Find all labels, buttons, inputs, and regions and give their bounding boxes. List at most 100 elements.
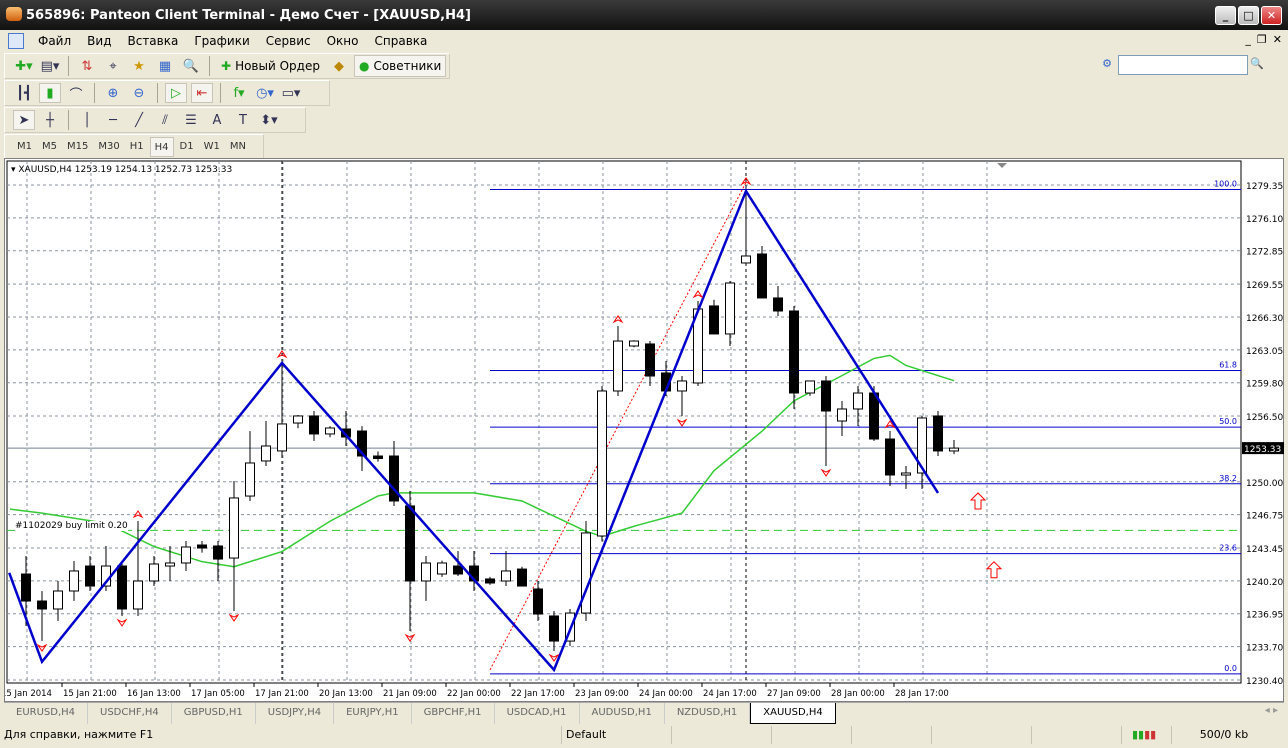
y-tick-label: 1279.35 bbox=[1246, 182, 1283, 192]
connection-bars-icon: ▮▮▮▮ bbox=[1122, 726, 1172, 744]
menu-charts[interactable]: Графики bbox=[186, 34, 257, 48]
y-tick-label: 1246.75 bbox=[1246, 512, 1283, 522]
candle-bull bbox=[277, 423, 287, 452]
fibonacci-icon[interactable]: ☰ bbox=[180, 110, 202, 130]
chart-tab[interactable]: EURJPY,H1 bbox=[334, 703, 412, 724]
periods-clock-icon[interactable]: ◷▾ bbox=[254, 83, 276, 103]
chart-tab[interactable]: GBPUSD,H1 bbox=[172, 703, 256, 724]
buy-arrow-icon bbox=[985, 561, 1003, 579]
chart-tab[interactable]: USDCHF,H4 bbox=[88, 703, 172, 724]
market-watch-icon[interactable]: ⇅ bbox=[76, 56, 98, 76]
candle-bull bbox=[853, 392, 863, 410]
timeframe-m30[interactable]: M30 bbox=[94, 137, 123, 157]
menu-file[interactable]: Файл bbox=[30, 34, 79, 48]
mdi-restore-button[interactable]: ❐ bbox=[1257, 33, 1267, 46]
candle-bear bbox=[213, 545, 223, 560]
indicators-icon[interactable]: f▾ bbox=[228, 83, 250, 103]
expert-advisors-button[interactable]: ● Советники bbox=[353, 55, 447, 77]
timeframe-m15[interactable]: M15 bbox=[63, 137, 92, 157]
search-input[interactable] bbox=[1118, 55, 1248, 75]
timeframe-m5[interactable]: M5 bbox=[38, 137, 61, 157]
expert-advisors-icon: ● bbox=[358, 59, 370, 73]
mdi-close-button[interactable]: ✕ bbox=[1273, 33, 1282, 46]
chart-tab[interactable]: GBPCHF,H1 bbox=[412, 703, 495, 724]
candle-bear bbox=[85, 565, 95, 587]
close-button[interactable]: ✕ bbox=[1261, 6, 1282, 25]
zoom-in-icon[interactable]: ⊕ bbox=[102, 83, 124, 103]
settings-gear-icon[interactable]: ⚙ bbox=[1102, 57, 1112, 70]
candle-bear bbox=[885, 438, 895, 476]
crosshair-icon[interactable]: ┼ bbox=[39, 110, 61, 130]
candle-bull bbox=[229, 497, 239, 559]
x-tick-label: 16 Jan 13:00 bbox=[127, 689, 181, 699]
maximize-button[interactable]: □ bbox=[1238, 6, 1259, 25]
arrows-icon[interactable]: ⬍▾ bbox=[258, 110, 280, 130]
chart-canvas[interactable]: 1279.35 1276.10 1272.85 1269.55 1266.30 1263.… bbox=[5, 159, 1285, 703]
text-label-icon[interactable]: T bbox=[232, 110, 254, 130]
timeframe-m1[interactable]: M1 bbox=[13, 137, 36, 157]
minimize-button[interactable]: _ bbox=[1215, 6, 1236, 25]
timeframe-h1[interactable]: H1 bbox=[126, 137, 148, 157]
chart-tab[interactable]: AUDUSD,H1 bbox=[580, 703, 665, 724]
strategy-tester-icon[interactable]: 🔍 bbox=[180, 56, 202, 76]
autoscroll-icon[interactable]: ▷ bbox=[165, 83, 187, 103]
menu-window[interactable]: Окно bbox=[319, 34, 367, 48]
timeframe-d1[interactable]: D1 bbox=[176, 137, 198, 157]
candle-bull bbox=[741, 255, 751, 264]
search-icon[interactable]: 🔍 bbox=[1250, 57, 1264, 70]
terminal-icon[interactable]: ▦ bbox=[154, 56, 176, 76]
timeframe-mn[interactable]: MN bbox=[226, 137, 250, 157]
text-icon[interactable]: A bbox=[206, 110, 228, 130]
fibo-level-label: 23.6 bbox=[1219, 544, 1237, 553]
new-order-button[interactable]: ✚ Новый Ордер bbox=[217, 55, 324, 77]
metaeditor-icon[interactable]: ◆ bbox=[328, 56, 350, 76]
chart-tab[interactable]: USDJPY,H4 bbox=[256, 703, 335, 724]
y-tick-label: 1250.00 bbox=[1246, 479, 1283, 489]
candlestick-icon[interactable]: ▮ bbox=[39, 83, 61, 103]
timeframe-h4[interactable]: H4 bbox=[149, 137, 174, 157]
horizontal-line-icon[interactable]: ─ bbox=[102, 110, 124, 130]
chart-tab[interactable]: NZDUSD,H1 bbox=[665, 703, 751, 724]
chart-window-icon[interactable] bbox=[8, 33, 24, 49]
timeframe-w1[interactable]: W1 bbox=[200, 137, 224, 157]
x-tick-label: 15 Jan 21:00 bbox=[63, 689, 117, 699]
candle-bear bbox=[453, 565, 463, 575]
candle-bear bbox=[549, 615, 559, 642]
candle-bull bbox=[293, 415, 303, 424]
x-tick-label: 21 Jan 09:00 bbox=[383, 689, 437, 699]
chart-shift-icon[interactable]: ⇤ bbox=[191, 83, 213, 103]
new-chart-icon[interactable]: ✚▾ bbox=[13, 56, 35, 76]
menu-view[interactable]: Вид bbox=[79, 34, 119, 48]
x-tick-label: 17 Jan 05:00 bbox=[191, 689, 245, 699]
x-tick-label: 17 Jan 21:00 bbox=[255, 689, 309, 699]
menu-help[interactable]: Справка bbox=[367, 34, 436, 48]
zoom-out-icon[interactable]: ⊖ bbox=[128, 83, 150, 103]
equidistant-channel-icon[interactable]: ⫽ bbox=[154, 110, 176, 130]
data-window-icon[interactable]: ⌖ bbox=[102, 56, 124, 76]
chart-header: ▾ XAUUSD,H4 1253.19 1254.13 1252.73 1253… bbox=[11, 165, 233, 175]
chart-tab[interactable]: USDCAD,H1 bbox=[495, 703, 580, 724]
navigator-icon[interactable]: ★ bbox=[128, 56, 150, 76]
fractal-down-icon bbox=[116, 618, 128, 627]
templates-icon[interactable]: ▭▾ bbox=[280, 83, 302, 103]
menu-tools[interactable]: Сервис bbox=[258, 34, 319, 48]
candle-bull bbox=[165, 562, 175, 567]
price-chart[interactable]: 1279.35 1276.10 1272.85 1269.55 1266.30 1263.… bbox=[4, 158, 1284, 702]
chart-tab[interactable]: EURUSD,H4 bbox=[4, 703, 89, 724]
timeframes-toolbar: M1 M5 M15 M30 H1 H4 D1 W1 MN bbox=[4, 134, 264, 160]
bar-chart-icon[interactable]: ┃┫ bbox=[13, 83, 35, 103]
y-tick-label: 1269.55 bbox=[1246, 281, 1283, 291]
profiles-icon[interactable]: ▤▾ bbox=[39, 56, 61, 76]
line-chart-icon[interactable]: ⌒ bbox=[65, 83, 87, 103]
menu-insert[interactable]: Вставка bbox=[119, 34, 186, 48]
tab-scroll-arrows-icon[interactable]: ◂ ▸ bbox=[1265, 705, 1278, 716]
candle-bull bbox=[437, 562, 447, 575]
chart-tab[interactable]: XAUUSD,H4 bbox=[750, 703, 836, 724]
mdi-minimize-button[interactable]: _ bbox=[1245, 33, 1251, 46]
trendline-icon[interactable]: ╱ bbox=[128, 110, 150, 130]
cursor-icon[interactable]: ➤ bbox=[13, 110, 35, 130]
candle-bull bbox=[181, 546, 191, 564]
candle-bull bbox=[261, 445, 271, 462]
candle-bear bbox=[533, 588, 543, 615]
vertical-line-icon[interactable]: │ bbox=[76, 110, 98, 130]
